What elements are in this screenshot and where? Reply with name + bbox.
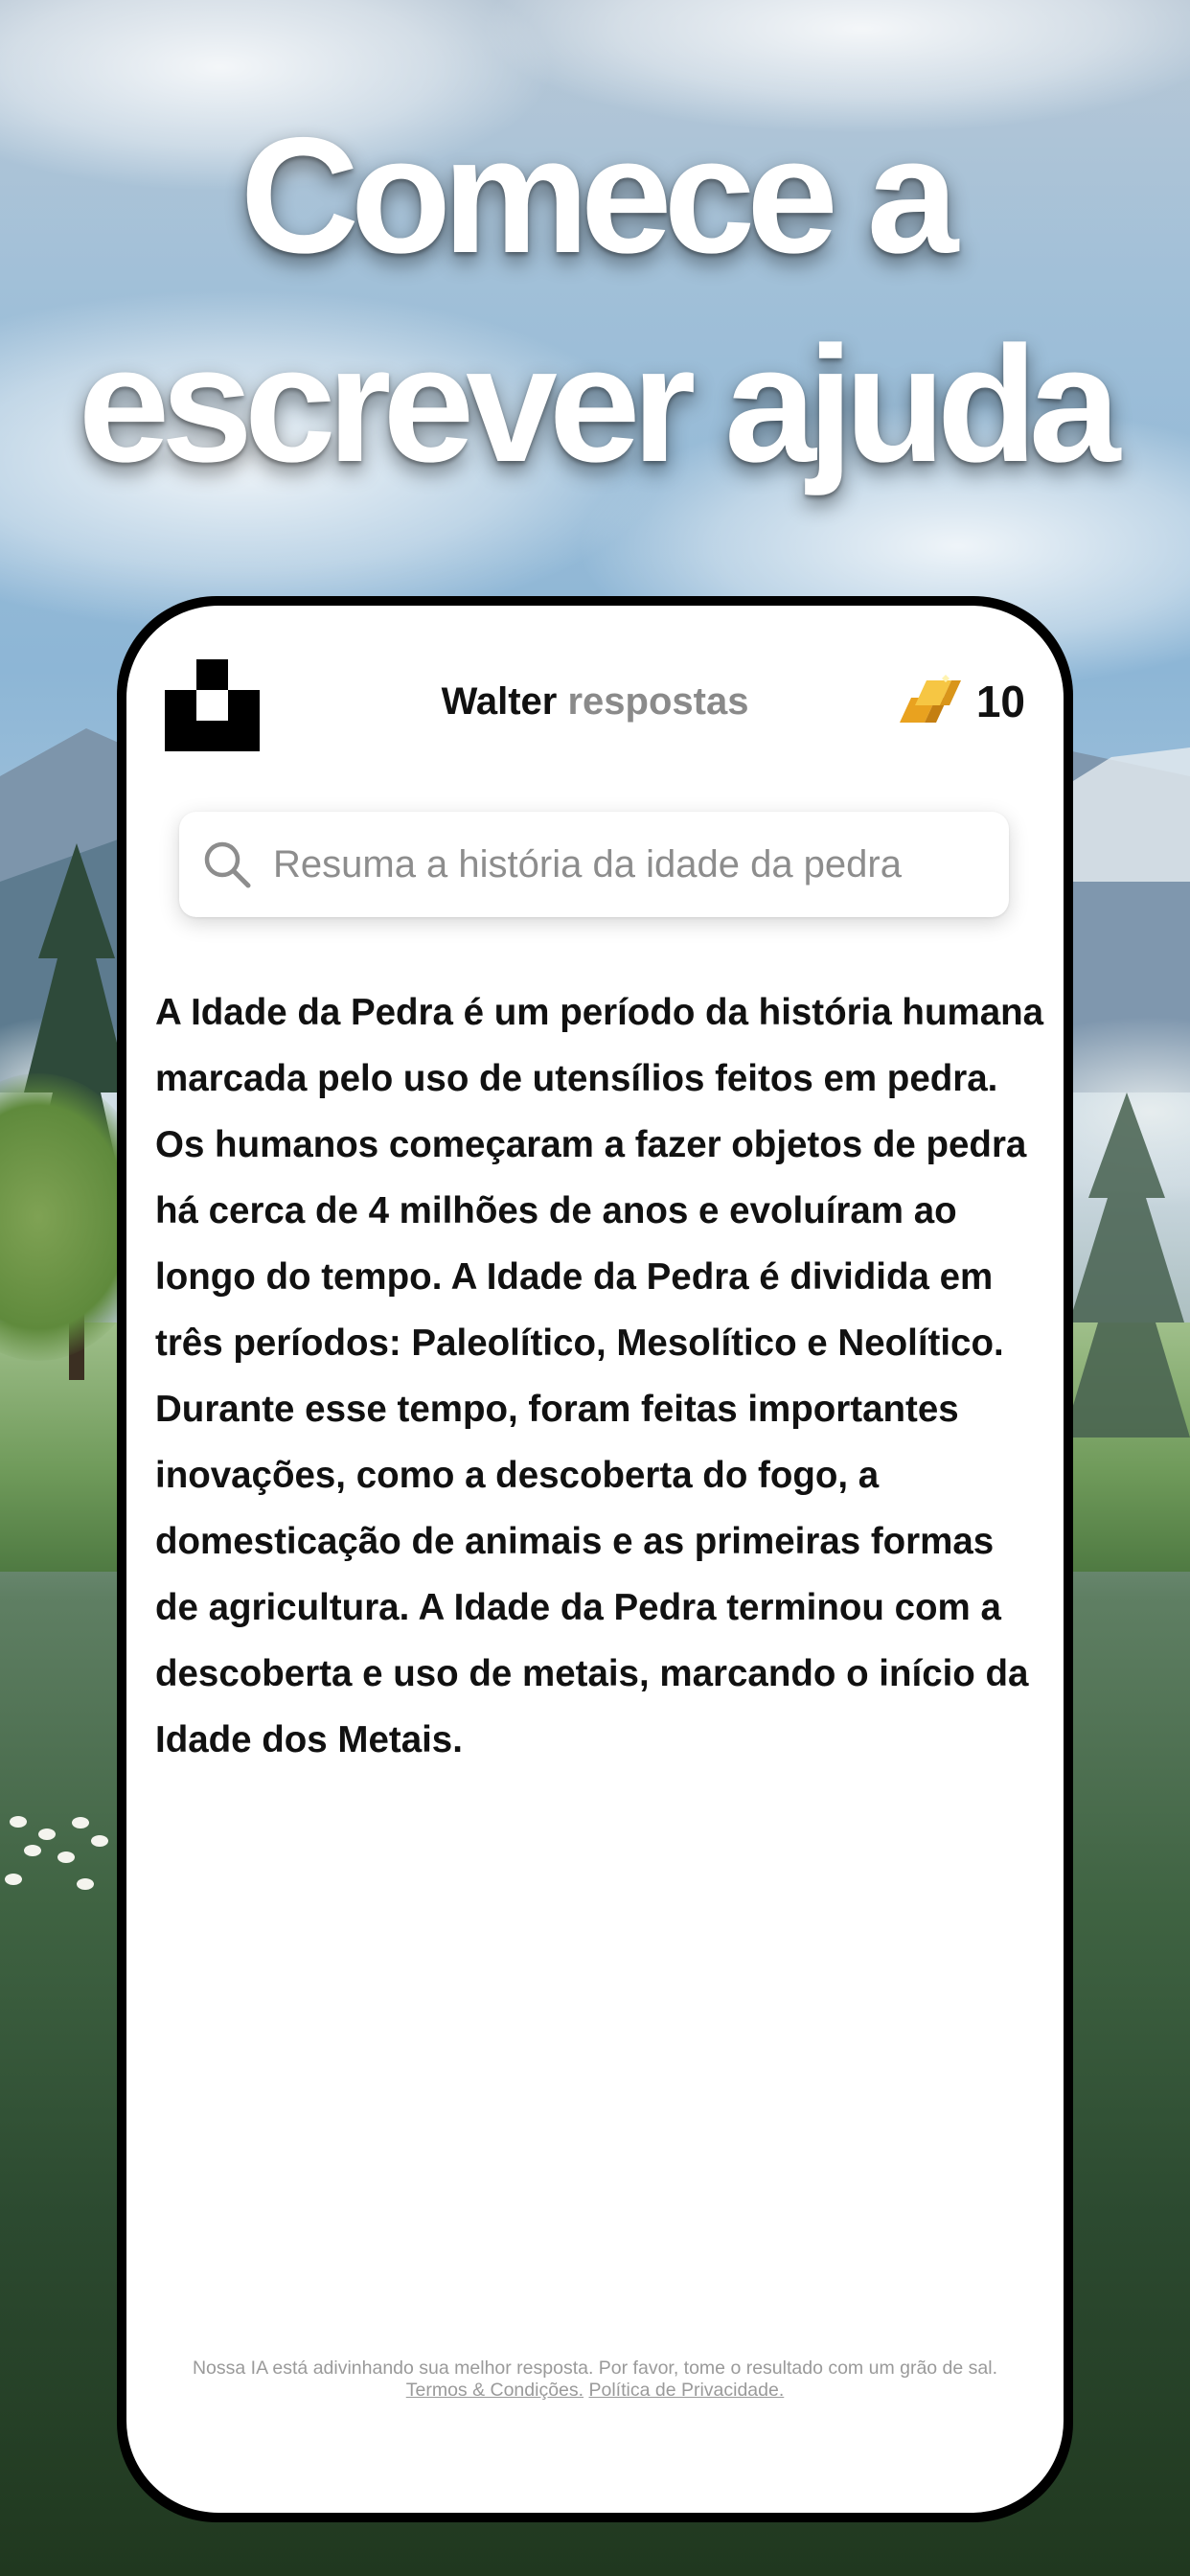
- app-screen: Walter respostas 10 Resuma a história da…: [126, 606, 1064, 2513]
- app-title-primary: Walter: [441, 680, 558, 723]
- credits-count: 10: [975, 677, 1025, 726]
- app-title-secondary: respostas: [567, 680, 749, 723]
- phone-frame: Walter respostas 10 Resuma a história da…: [117, 596, 1073, 2522]
- disclaimer-text: Nossa IA está adivinhando sua melhor res…: [192, 2358, 998, 2379]
- terms-link[interactable]: Termos & Condições.: [406, 2380, 584, 2401]
- search-placeholder: Resuma a história da idade da pedra: [273, 842, 902, 886]
- headline-line-2: escrever ajuda: [78, 312, 1121, 496]
- disclaimer: Nossa IA está adivinhando sua melhor res…: [165, 2358, 1025, 2402]
- search-icon: [204, 841, 251, 888]
- privacy-link[interactable]: Política de Privacidade.: [588, 2380, 784, 2401]
- gold-bars-icon: [899, 675, 961, 723]
- search-bar[interactable]: Resuma a história da idade da pedra: [179, 812, 1009, 917]
- headline: Comece a escrever ajuda: [0, 91, 1190, 509]
- answer-text: A Idade da Pedra é um período da históri…: [155, 992, 1044, 1760]
- credits-counter[interactable]: 10: [894, 675, 1025, 728]
- headline-line-1: Comece a: [240, 104, 959, 288]
